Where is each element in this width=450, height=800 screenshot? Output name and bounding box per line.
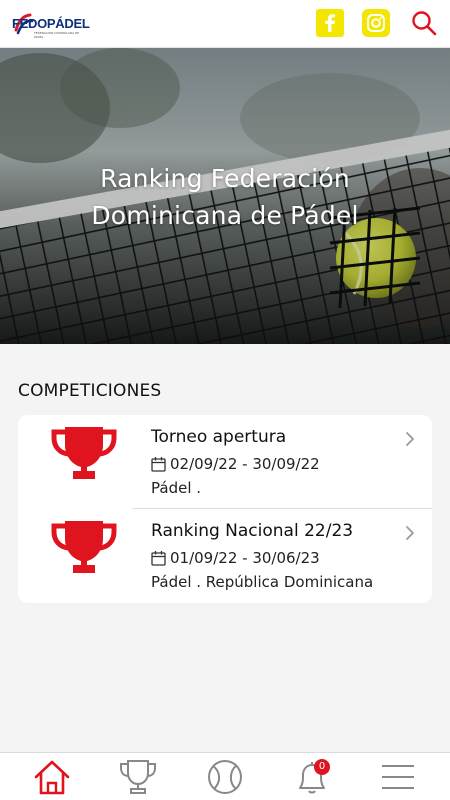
competitions-section-title: COMPETICIONES bbox=[18, 381, 162, 401]
nav-menu[interactable] bbox=[378, 757, 418, 797]
competition-dates: 02/09/22 - 30/09/22 bbox=[170, 455, 320, 473]
chevron-right-icon bbox=[406, 432, 414, 446]
hero-banner: Ranking Federación Dominicana de Pádel bbox=[0, 48, 450, 344]
facebook-icon[interactable] bbox=[316, 9, 344, 37]
nav-home[interactable] bbox=[32, 757, 72, 797]
nav-competitions[interactable] bbox=[118, 757, 158, 797]
bottom-navigation-bar: 0 bbox=[0, 752, 450, 800]
chevron-right-icon bbox=[406, 526, 414, 540]
competition-item-torneo-apertura[interactable]: Torneo apertura 02/09/22 - 30/09/22 Páde… bbox=[18, 415, 432, 509]
nav-notifications[interactable]: 0 bbox=[292, 757, 332, 797]
competition-name: Ranking Nacional 22/23 bbox=[151, 521, 354, 541]
trophy-icon bbox=[120, 760, 156, 794]
home-icon bbox=[34, 760, 70, 795]
hero-title-line-2: Dominicana de Pádel bbox=[91, 201, 359, 230]
tennis-ball-icon bbox=[208, 760, 242, 794]
search-icon[interactable] bbox=[410, 9, 438, 37]
competition-name: Torneo apertura bbox=[151, 427, 287, 447]
top-app-bar: FEDOPÁDEL FEDERACIÓN DOMINICANA DE PÁDEL bbox=[0, 0, 450, 48]
hero-title: Ranking Federación Dominicana de Pádel bbox=[0, 160, 450, 234]
logo-subtext: FEDERACIÓN DOMINICANA DE PÁDEL bbox=[34, 31, 80, 39]
notification-count-badge: 0 bbox=[314, 759, 330, 775]
instagram-icon[interactable] bbox=[362, 9, 390, 37]
competitions-list: Torneo apertura 02/09/22 - 30/09/22 Páde… bbox=[18, 415, 432, 603]
fedopadel-logo[interactable]: FEDOPÁDEL FEDERACIÓN DOMINICANA DE PÁDEL bbox=[10, 12, 90, 39]
calendar-icon bbox=[151, 457, 166, 472]
logo-text: FEDOPÁDEL bbox=[12, 16, 90, 31]
menu-icon bbox=[382, 765, 414, 789]
trophy-icon bbox=[51, 521, 117, 573]
competition-item-ranking-nacional[interactable]: Ranking Nacional 22/23 01/09/22 - 30/06/… bbox=[18, 509, 432, 603]
competition-dates: 01/09/22 - 30/06/23 bbox=[170, 549, 320, 567]
nav-matches[interactable] bbox=[205, 757, 245, 797]
competition-location: Pádel . bbox=[151, 479, 202, 497]
hero-title-line-1: Ranking Federación bbox=[100, 164, 350, 193]
competition-location: Pádel . República Dominicana bbox=[151, 573, 374, 591]
calendar-icon bbox=[151, 551, 166, 566]
trophy-icon bbox=[51, 427, 117, 479]
